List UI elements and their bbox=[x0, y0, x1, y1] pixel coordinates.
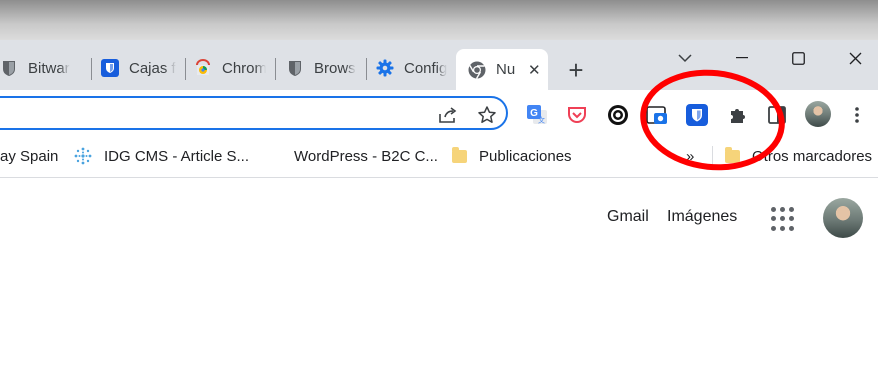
google-translate-extension[interactable]: G文 bbox=[523, 101, 551, 129]
svg-text:文: 文 bbox=[538, 116, 545, 125]
bookmark-item[interactable]: ay Spain bbox=[0, 145, 58, 167]
address-bar[interactable] bbox=[0, 96, 508, 130]
bookmark-label: Publicaciones bbox=[479, 147, 572, 165]
bookmark-label: WordPress - B2C C... bbox=[294, 147, 438, 165]
apps-grid-icon bbox=[780, 207, 785, 212]
tab-search-button[interactable] bbox=[670, 44, 700, 72]
desktop-background bbox=[0, 0, 878, 40]
bookmark-label: IDG CMS - Article S... bbox=[104, 147, 250, 165]
pocket-icon bbox=[568, 107, 586, 123]
apps-grid-icon bbox=[771, 216, 776, 222]
shield-icon bbox=[286, 59, 304, 77]
tab-label: Cajas f bbox=[129, 59, 176, 77]
tab-chrome-web-store[interactable]: Chrom bbox=[194, 50, 266, 86]
google-apps-button[interactable] bbox=[771, 207, 795, 231]
apps-grid-icon bbox=[771, 207, 776, 212]
bookmark-item[interactable]: IDG CMS - Article S... bbox=[74, 145, 249, 167]
new-tab-button[interactable]: + bbox=[565, 56, 587, 84]
chrome-icon bbox=[468, 61, 486, 79]
tab-cajas[interactable]: Cajas f bbox=[101, 50, 177, 86]
tab-separator bbox=[185, 58, 186, 80]
tab-new-tab-active[interactable]: Nu ✕ bbox=[456, 49, 548, 90]
apps-grid-icon bbox=[789, 207, 794, 212]
apps-grid-icon bbox=[771, 225, 776, 231]
close-icon bbox=[849, 52, 861, 64]
tab-configuracion[interactable]: Config bbox=[376, 50, 448, 86]
apps-grid-icon bbox=[789, 225, 794, 231]
google-translate-icon: G文 bbox=[527, 105, 547, 125]
shield-icon bbox=[0, 59, 18, 77]
share-icon bbox=[439, 107, 457, 123]
apps-grid-icon bbox=[789, 216, 794, 222]
minimize-button[interactable] bbox=[727, 44, 757, 72]
minimize-icon bbox=[736, 57, 748, 59]
gear-icon bbox=[376, 59, 394, 77]
svg-text:G: G bbox=[530, 108, 538, 119]
tab-label: Config bbox=[404, 59, 448, 77]
bookmark-item[interactable]: WordPress - B2C C... bbox=[294, 145, 438, 167]
tab-separator bbox=[366, 58, 367, 80]
menu-icon bbox=[855, 107, 859, 123]
camera-lens-icon bbox=[608, 105, 628, 125]
bookmark-star-button[interactable] bbox=[473, 101, 501, 129]
chevron-down-icon bbox=[678, 53, 692, 62]
apps-grid-icon bbox=[780, 225, 785, 231]
maximize-button[interactable] bbox=[783, 44, 813, 72]
maximize-icon bbox=[791, 51, 805, 65]
google-account-avatar[interactable] bbox=[823, 198, 863, 238]
share-button[interactable] bbox=[434, 101, 462, 129]
tab-label: Chrom bbox=[222, 59, 266, 77]
tab-label: Nu bbox=[496, 61, 516, 78]
bookmark-folder[interactable]: Publicaciones bbox=[452, 145, 572, 167]
close-window-button[interactable] bbox=[840, 44, 870, 72]
images-link[interactable]: Imágenes bbox=[667, 208, 737, 226]
star-icon bbox=[478, 106, 496, 123]
tab-separator bbox=[91, 58, 92, 80]
pocket-extension[interactable] bbox=[563, 101, 591, 129]
idg-dots-icon bbox=[74, 147, 92, 165]
tab-label: Bitwar bbox=[28, 59, 70, 77]
apps-grid-icon bbox=[780, 216, 785, 222]
chrome-web-store-icon bbox=[194, 59, 212, 77]
tab-browser[interactable]: Brows bbox=[286, 50, 358, 86]
folder-icon bbox=[452, 146, 467, 163]
menu-button[interactable] bbox=[843, 101, 871, 129]
profile-avatar[interactable] bbox=[805, 101, 831, 127]
tab-separator bbox=[275, 58, 276, 80]
tab-bitwarden[interactable]: Bitwar bbox=[0, 50, 82, 86]
bitwarden-icon bbox=[101, 59, 119, 77]
close-tab-icon[interactable]: ✕ bbox=[528, 61, 541, 79]
gmail-link[interactable]: Gmail bbox=[607, 208, 649, 226]
tab-label: Brows bbox=[314, 59, 356, 77]
bookmark-label: ay Spain bbox=[0, 147, 59, 165]
lens-extension[interactable] bbox=[604, 101, 632, 129]
